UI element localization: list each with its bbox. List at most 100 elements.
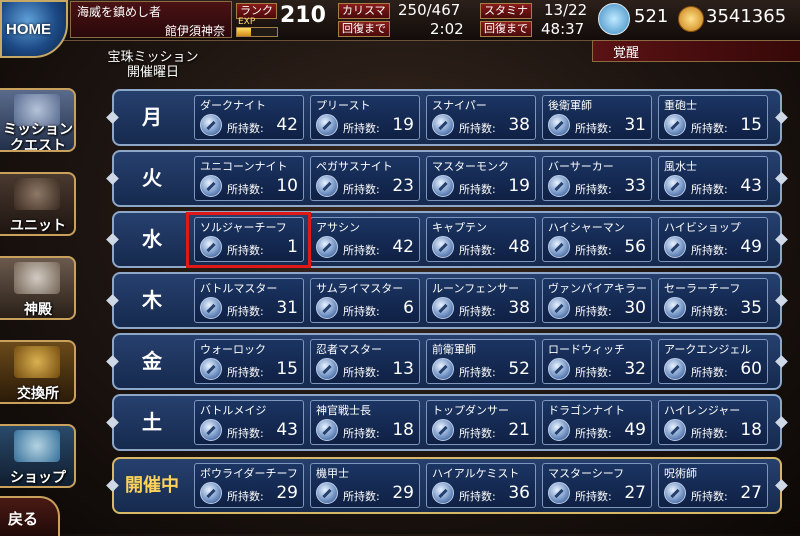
awaken-tab[interactable]: 覚醒	[592, 40, 800, 62]
class-orb-icon	[664, 236, 686, 258]
class-orb-card[interactable]: サムライマスター 所持数: 6	[310, 278, 420, 323]
held-count: 31	[276, 298, 298, 318]
day-row: 金 ウォーロック 所持数: 15 忍者マスター 所持数: 13 前衛軍師 所持数: 52 ロードウィ…	[112, 333, 782, 390]
held-label: 所持数:	[343, 183, 380, 196]
back-button[interactable]: 戻る	[0, 496, 60, 536]
class-orb-card[interactable]: ロードウィッチ 所持数: 32	[542, 339, 652, 384]
held-label: 所持数:	[227, 183, 264, 196]
class-orb-card[interactable]: マスターモンク 所持数: 19	[426, 156, 536, 201]
held-label: 所持数:	[227, 490, 264, 503]
sidebar-item-temple[interactable]: 神殿	[0, 256, 76, 320]
held-count: 33	[624, 176, 646, 196]
class-orb-card[interactable]: 前衛軍師 所持数: 52	[426, 339, 536, 384]
class-orb-card[interactable]: プリースト 所持数: 19	[310, 95, 420, 140]
held-count: 56	[624, 237, 646, 257]
stamina-label: スタミナ	[480, 3, 532, 19]
class-orb-card[interactable]: アークエンジェル 所持数: 60	[658, 339, 768, 384]
class-name: ユニコーンナイト	[200, 160, 288, 173]
class-orb-card[interactable]: キャプテン 所持数: 48	[426, 217, 536, 262]
held-count: 13	[392, 359, 414, 379]
held-count: 32	[624, 359, 646, 379]
player-title: 海威を鎮めし者	[77, 5, 162, 19]
class-name: ルーンフェンサー	[432, 282, 520, 295]
class-orb-icon	[316, 236, 338, 258]
class-orb-card[interactable]: ペガサスナイト 所持数: 23	[310, 156, 420, 201]
held-label: 所持数:	[691, 183, 728, 196]
sidebar-item-unit[interactable]: ユニット	[0, 172, 76, 236]
sidebar-item-exchange[interactable]: 交換所	[0, 340, 76, 404]
class-name: 機甲士	[316, 467, 349, 480]
class-orb-card[interactable]: ダークナイト 所持数: 42	[194, 95, 304, 140]
class-name: バーサーカー	[548, 160, 614, 173]
awaken-label: 覚醒	[613, 46, 640, 61]
highlight-box	[186, 212, 311, 268]
class-orb-card[interactable]: 風水士所持数: 43	[658, 156, 768, 201]
class-orb-card[interactable]: バーサーカー 所持数: 33	[542, 156, 652, 201]
exp-bar-fill	[237, 28, 251, 36]
held-count: 38	[508, 115, 530, 135]
class-orb-icon	[432, 297, 454, 319]
class-orb-card[interactable]: 機甲士 所持数: 29	[310, 463, 420, 508]
class-orb-icon	[200, 419, 222, 441]
class-orb-card[interactable]: セーラーチーフ 所持数: 35	[658, 278, 768, 323]
held-label: 所持数:	[343, 490, 380, 503]
day-row: 火 ユニコーンナイト 所持数: 10 ペガサスナイト 所持数: 23 マスターモンク 所持数: 1…	[112, 150, 782, 207]
held-count: 27	[740, 483, 762, 503]
held-label: 所持数:	[343, 366, 380, 379]
class-orb-card[interactable]: ハイレンジャー 所持数: 18	[658, 400, 768, 445]
class-orb-card[interactable]: ハイシャーマン 所持数: 56	[542, 217, 652, 262]
held-label: 所持数:	[227, 366, 264, 379]
class-orb-icon	[316, 358, 338, 380]
class-orb-card[interactable]: バトルマスター 所持数: 31	[194, 278, 304, 323]
class-name: サムライマスター	[316, 282, 404, 295]
class-orb-card[interactable]: ドラゴンナイト 所持数: 49	[542, 400, 652, 445]
class-orb-icon	[548, 114, 570, 136]
held-count: 60	[740, 359, 762, 379]
class-orb-card[interactable]: マスターシーフ 所持数: 27	[542, 463, 652, 508]
class-orb-card[interactable]: スナイパー 所持数: 38	[426, 95, 536, 140]
class-orb-card[interactable]: 重砲士 所持数: 15	[658, 95, 768, 140]
class-orb-card[interactable]: バトルメイジ 所持数: 43	[194, 400, 304, 445]
held-count: 36	[508, 483, 530, 503]
class-name: ハイレンジャー	[664, 404, 741, 417]
held-count: 27	[624, 483, 646, 503]
class-orb-card[interactable]: ヴァンパイアキラー 所持数: 30	[542, 278, 652, 323]
held-count: 43	[740, 176, 762, 196]
unit-icon	[14, 178, 60, 210]
class-orb-card[interactable]: ボウライダーチーフ 所持数: 29	[194, 463, 304, 508]
class-name: 神官戦士長	[316, 404, 371, 417]
class-orb-icon	[316, 175, 338, 197]
class-name: 風水士	[664, 160, 697, 173]
sidebar-item-mission-quest[interactable]: ミッション クエスト	[0, 88, 76, 152]
class-orb-card[interactable]: ハイアルケミスト 所持数: 36	[426, 463, 536, 508]
player-info: 海威を鎮めし者 館伊須神奈	[70, 1, 232, 38]
sidebar-item-shop[interactable]: ショップ	[0, 424, 76, 488]
stamina-value: 13/22	[544, 1, 588, 19]
held-label: 所持数:	[575, 122, 612, 135]
class-orb-icon	[432, 358, 454, 380]
held-count: 21	[508, 420, 530, 440]
class-orb-card[interactable]: 後衛軍師 所持数: 31	[542, 95, 652, 140]
class-name: 呪術師	[664, 467, 697, 480]
day-label: 土	[142, 410, 162, 434]
class-orb-card[interactable]: ウォーロック 所持数: 15	[194, 339, 304, 384]
class-orb-card[interactable]: 忍者マスター 所持数: 13	[310, 339, 420, 384]
home-button[interactable]: HOME	[0, 0, 68, 58]
class-orb-card[interactable]: アサシン 所持数: 42	[310, 217, 420, 262]
class-orb-card[interactable]: ユニコーンナイト 所持数: 10	[194, 156, 304, 201]
class-orb-card[interactable]: 神官戦士長 所持数: 18	[310, 400, 420, 445]
class-orb-card[interactable]: トップダンサー 所持数: 21	[426, 400, 536, 445]
day-label: 火	[142, 166, 162, 190]
class-orb-card[interactable]: ルーンフェンサー 所持数: 38	[426, 278, 536, 323]
class-name: セーラーチーフ	[664, 282, 741, 295]
day-label: 開催中	[125, 475, 179, 496]
crystal-gem-icon	[598, 3, 630, 35]
class-orb-card[interactable]: 呪術師 所持数: 27	[658, 463, 768, 508]
back-label: 戻る	[8, 510, 39, 528]
class-name: ヴァンパイアキラー	[548, 282, 647, 295]
held-count: 31	[624, 115, 646, 135]
held-count: 48	[508, 237, 530, 257]
class-name: マスターモンク	[432, 160, 509, 173]
held-label: 所持数:	[575, 490, 612, 503]
class-orb-card[interactable]: ハイビショップ 所持数: 49	[658, 217, 768, 262]
